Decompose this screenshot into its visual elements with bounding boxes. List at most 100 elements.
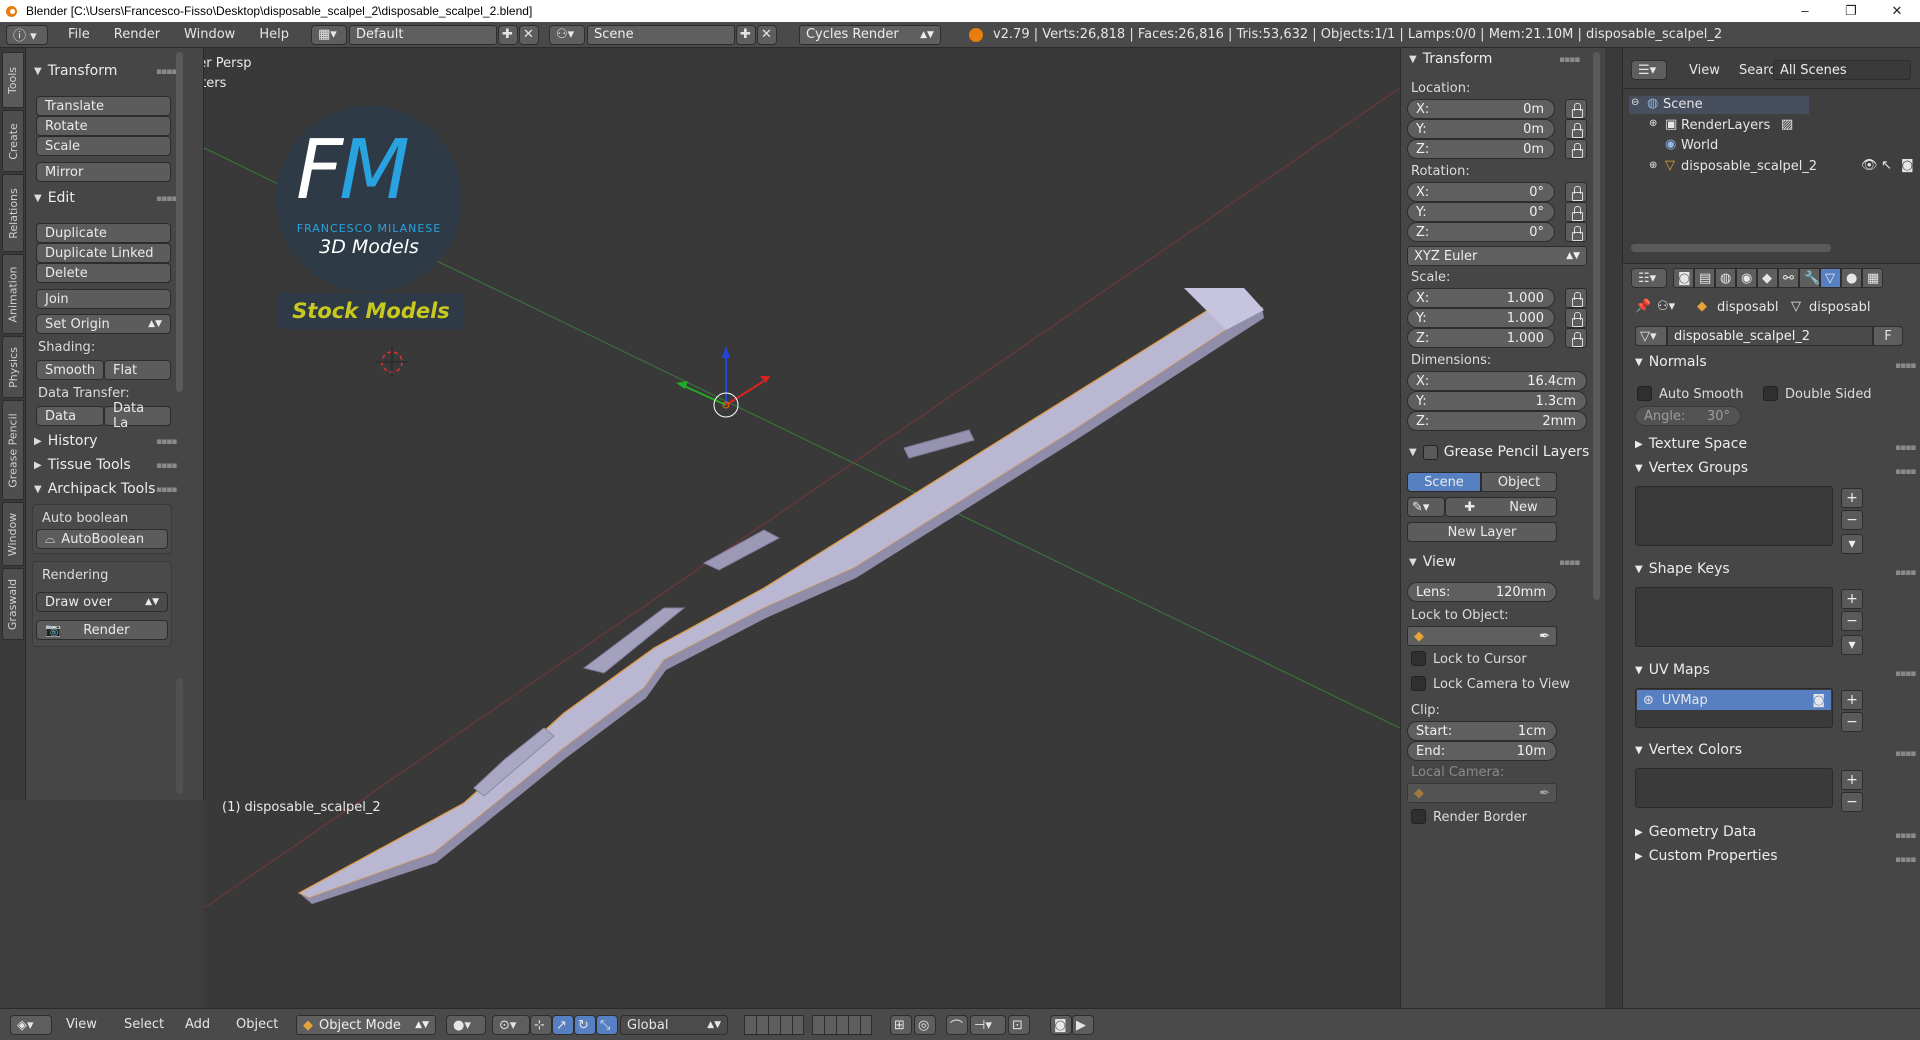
menu-file[interactable]: File	[56, 27, 102, 42]
mesh-datablock-selector[interactable]: ▽▾ disposable_scalpel_2 F	[1635, 326, 1905, 347]
tab-tools[interactable]: Tools	[2, 52, 24, 108]
visibility-eye-icon[interactable]: 👁	[1861, 158, 1878, 173]
uv-maps-section-header[interactable]: ▼ UV Maps	[1635, 662, 1710, 678]
opengl-render-icon[interactable]: ◙	[1050, 1015, 1072, 1035]
opengl-animation-icon[interactable]: ▶	[1072, 1015, 1094, 1035]
drag-grip-icon[interactable]: ▪▪▪▪	[1895, 467, 1916, 477]
vertex-groups-list[interactable]	[1635, 486, 1833, 546]
expand-toggle-icon[interactable]: ⊕	[1649, 118, 1657, 129]
fake-user-button[interactable]: F	[1873, 326, 1903, 346]
edit-panel-header[interactable]: ▼ Edit	[34, 187, 75, 209]
layer-buttons-block-1[interactable]	[744, 1015, 804, 1035]
tab-grease-pencil[interactable]: Grease Pencil	[2, 400, 24, 500]
translate-manipulator-icon[interactable]: ↗	[552, 1015, 574, 1035]
tab-animation[interactable]: Animation	[2, 254, 24, 334]
tab-graswald[interactable]: Graswald	[2, 568, 24, 640]
view-panel-header[interactable]: ▼ View	[1409, 551, 1456, 573]
drag-grip-icon[interactable]: ▪▪▪▪	[156, 437, 177, 447]
layer-buttons-block-2[interactable]	[812, 1015, 872, 1035]
lock-scale-x-icon[interactable]	[1565, 288, 1587, 308]
scene-icon[interactable]: ⚇▾	[548, 24, 585, 45]
location-z-field[interactable]: Z: 0m	[1407, 139, 1555, 159]
close-button[interactable]: ✕	[1874, 0, 1920, 22]
vertex-group-remove-icon[interactable]: −	[1841, 510, 1863, 530]
add-screen-icon[interactable]: ✚	[497, 24, 518, 45]
rotation-mode-dropdown[interactable]: XYZ Euler ▲▼	[1407, 246, 1587, 266]
vertex-colors-list[interactable]	[1635, 768, 1833, 808]
drag-grip-icon[interactable]: ▪▪▪▪	[1559, 558, 1580, 568]
drag-grip-icon[interactable]: ▪▪▪▪	[156, 194, 177, 204]
rotate-manipulator-icon[interactable]: ↻	[574, 1015, 596, 1035]
scale-y-field[interactable]: Y: 1.000	[1407, 308, 1555, 328]
vertex-color-add-icon[interactable]: +	[1841, 770, 1863, 790]
outliner-item-scene[interactable]: Scene	[1663, 97, 1703, 112]
lock-rotation-x-icon[interactable]	[1565, 182, 1587, 202]
pin-icon[interactable]: 📌	[1635, 299, 1651, 314]
3d-cursor-icon[interactable]	[376, 346, 408, 378]
translate-button[interactable]: Translate	[36, 96, 171, 116]
mesh-browse-icon[interactable]: ▽▾	[1635, 326, 1667, 346]
lock-scale-z-icon[interactable]	[1565, 328, 1587, 348]
gp-pencil-icon[interactable]: ✎▾	[1407, 497, 1445, 517]
transform-gizmo[interactable]	[676, 346, 770, 418]
screen-layout-icon[interactable]: ▦▾	[310, 24, 347, 45]
constraints-context-icon[interactable]: ⚯	[1778, 268, 1799, 288]
selectable-cursor-icon[interactable]: ↖	[1881, 158, 1892, 173]
scalpel-mesh[interactable]	[297, 288, 1264, 904]
tab-physics[interactable]: Physics	[2, 336, 24, 398]
draw-mode-dropdown[interactable]: Draw over ▲▼	[36, 592, 168, 612]
render-context-icon[interactable]: ◙	[1673, 268, 1694, 288]
drag-grip-icon[interactable]: ▪▪▪▪	[1895, 831, 1916, 841]
gp-scene-toggle[interactable]: Scene	[1407, 472, 1481, 492]
scale-z-field[interactable]: Z: 1.000	[1407, 328, 1555, 348]
snap-toggle-icon[interactable]: ⌒	[946, 1015, 968, 1035]
eyedropper-icon[interactable]: ✒	[1539, 629, 1550, 644]
lock-location-y-icon[interactable]	[1565, 119, 1587, 139]
manipulator-toggle-icon[interactable]: ⊹	[530, 1015, 552, 1035]
editor-type-info-icon[interactable]: ⓘ ▾	[6, 24, 48, 45]
gp-new-button[interactable]: ✚ New	[1445, 497, 1557, 517]
lock-object-field[interactable]: ◆ ✒	[1407, 626, 1557, 646]
gp-new-layer-button[interactable]: New Layer	[1407, 522, 1557, 542]
transform-orientation-dropdown[interactable]: Global ▲▼	[620, 1015, 728, 1035]
shape-key-add-icon[interactable]: +	[1841, 589, 1863, 609]
gp-object-toggle[interactable]: Object	[1481, 472, 1557, 492]
vertex-color-remove-icon[interactable]: −	[1841, 792, 1863, 812]
menu-help[interactable]: Help	[247, 27, 301, 42]
lock-scale-y-icon[interactable]	[1565, 308, 1587, 328]
double-sided-checkbox[interactable]	[1763, 386, 1778, 401]
shape-key-remove-icon[interactable]: −	[1841, 611, 1863, 631]
region-divider[interactable]	[1605, 48, 1622, 1008]
dimensions-z-field[interactable]: Z: 2mm	[1407, 411, 1587, 431]
lock-rotation-z-icon[interactable]	[1565, 222, 1587, 242]
uv-map-item[interactable]: ⊛ UVMap ◙	[1637, 690, 1831, 710]
footer-menu-object[interactable]: Object	[236, 1017, 278, 1032]
scene-context-icon[interactable]: ◍	[1715, 268, 1736, 288]
vertex-colors-section-header[interactable]: ▼ Vertex Colors	[1635, 742, 1742, 758]
clip-end-field[interactable]: End: 10m	[1407, 741, 1557, 761]
tissue-tools-panel-header[interactable]: ▶ Tissue Tools	[34, 454, 131, 476]
material-context-icon[interactable]: ●	[1841, 268, 1862, 288]
autoboolean-button[interactable]: ⌓ AutoBoolean	[36, 529, 168, 549]
mesh-name-field[interactable]: disposable_scalpel_2	[1667, 326, 1873, 346]
data-layout-button[interactable]: Data La	[104, 401, 171, 431]
drag-grip-icon[interactable]: ▪▪▪▪	[1895, 669, 1916, 679]
uv-map-remove-icon[interactable]: −	[1841, 712, 1863, 732]
add-scene-icon[interactable]: ✚	[735, 24, 756, 45]
proportional-edit-icon[interactable]: ◎	[914, 1015, 936, 1035]
tab-window[interactable]: Window	[2, 502, 24, 566]
transform-panel-header[interactable]: ▼ Transform	[34, 60, 117, 82]
mirror-button[interactable]: Mirror	[36, 162, 171, 182]
shade-smooth-button[interactable]: Smooth	[36, 360, 104, 380]
auto-smooth-angle-field[interactable]: Angle: 30°	[1635, 406, 1741, 426]
drag-grip-icon[interactable]: ▪▪▪▪	[1895, 749, 1916, 759]
menu-window[interactable]: Window	[172, 27, 247, 42]
texture-context-icon[interactable]: ▦	[1862, 268, 1883, 288]
n-transform-header[interactable]: ▼ Transform	[1409, 48, 1492, 70]
outliner-item-world[interactable]: World	[1681, 138, 1718, 153]
rotation-z-field[interactable]: Z: 0°	[1407, 222, 1555, 242]
n-panel-scrollbar[interactable]	[1593, 52, 1600, 600]
lock-location-x-icon[interactable]	[1565, 99, 1587, 119]
layer-lock-icon[interactable]: ⊞	[890, 1015, 912, 1035]
drag-grip-icon[interactable]: ▪▪▪▪	[1895, 443, 1916, 453]
